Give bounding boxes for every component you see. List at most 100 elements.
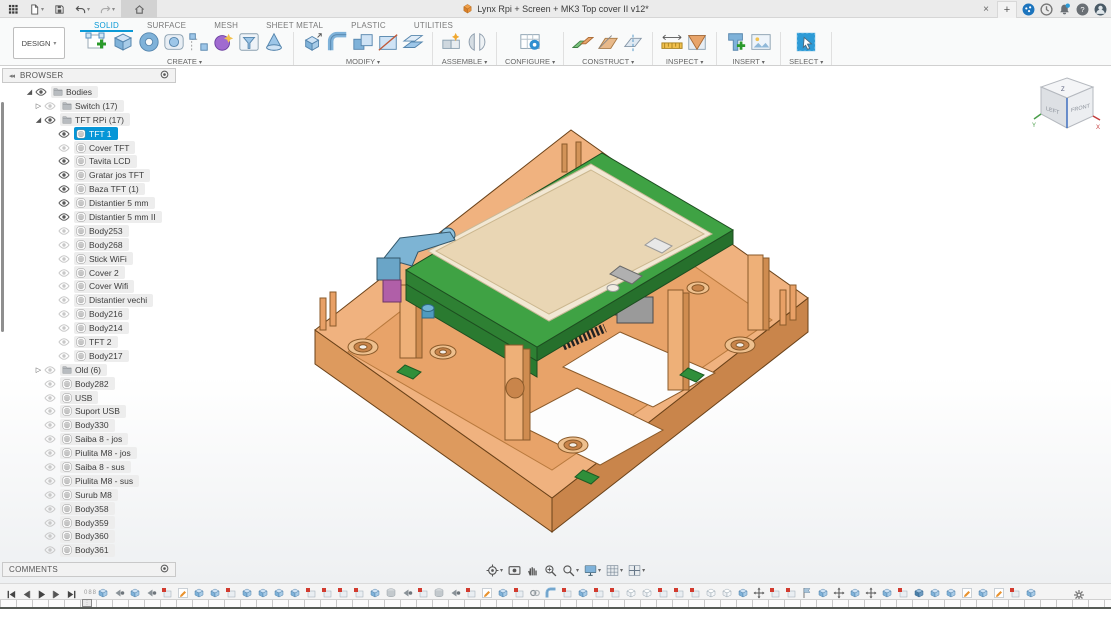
tree-item-label[interactable]: Body216 — [74, 307, 129, 321]
tree-item-label[interactable]: Distantier 5 mm — [74, 196, 155, 210]
tree-item-label[interactable]: Surub M8 — [60, 488, 118, 502]
view-cube[interactable]: Z LEFT FRONT Y X — [1031, 72, 1103, 146]
visibility-eye-icon[interactable] — [58, 156, 72, 167]
axis-plane-button[interactable] — [622, 31, 644, 58]
tree-item-cover-tft[interactable]: Cover TFT — [58, 141, 176, 155]
tree-item-switch-17-[interactable]: ▷ Switch (17) — [33, 99, 176, 113]
close-tab-icon[interactable]: × — [980, 4, 992, 15]
visibility-eye-icon[interactable] — [44, 434, 58, 445]
press-pull-button[interactable] — [302, 31, 324, 58]
tree-item-label[interactable]: Suport USB — [60, 405, 126, 418]
split-button[interactable] — [377, 31, 399, 58]
visibility-eye-icon[interactable] — [58, 323, 72, 334]
visibility-eye-icon[interactable] — [44, 378, 58, 389]
group-label-construct[interactable]: CONSTRUCT ▾ — [582, 57, 634, 66]
tree-item-piulita-m8-jos[interactable]: Piulita M8 - jos — [44, 446, 176, 460]
tree-item-body358[interactable]: Body358 — [44, 502, 176, 516]
tree-item-label[interactable]: Body361 — [60, 544, 115, 557]
tree-item-body359[interactable]: Body359 — [44, 516, 176, 530]
sweep-button[interactable] — [163, 31, 185, 58]
file-button[interactable]: ▾ — [25, 0, 48, 18]
tree-item-stick-wifi[interactable]: Stick WiFi — [58, 252, 176, 266]
comments-header[interactable]: COMMENTS — [2, 562, 176, 577]
tree-item-label[interactable]: Body358 — [60, 502, 115, 515]
form-button[interactable] — [213, 31, 235, 58]
tree-item-label[interactable]: Cover 2 — [74, 266, 125, 279]
extrude-button[interactable] — [111, 30, 135, 59]
tree-item-label[interactable]: TFT 2 — [74, 335, 118, 349]
offset-plane-button[interactable] — [402, 31, 424, 58]
visibility-eye-icon[interactable] — [44, 545, 58, 556]
visibility-eye-icon[interactable] — [44, 531, 58, 542]
tree-item-old-6-[interactable]: ▷ Old (6) — [33, 363, 176, 377]
tree-item-label[interactable]: Saiba 8 - sus — [60, 460, 131, 474]
tree-item-label[interactable]: Body359 — [60, 516, 115, 529]
group-label-modify[interactable]: MODIFY ▾ — [346, 57, 380, 66]
tree-item-label[interactable]: Tavita LCD — [74, 155, 137, 168]
revolve-button[interactable] — [138, 31, 160, 58]
configuration-button[interactable] — [519, 31, 541, 58]
tree-item-label[interactable]: Gratar jos TFT — [74, 169, 151, 182]
visibility-eye-icon[interactable] — [44, 392, 58, 403]
collapse-panel-icon[interactable]: ◂◂ — [9, 72, 15, 80]
tree-item-label[interactable]: Distantier 5 mm II — [74, 210, 162, 224]
viewports-button[interactable]: ▾ — [628, 564, 645, 577]
browser-options-icon[interactable] — [160, 70, 169, 81]
tree-item-body361[interactable]: Body361 — [44, 543, 176, 557]
combine-button[interactable] — [352, 31, 374, 58]
visibility-eye-icon[interactable] — [35, 86, 49, 97]
tree-item-label[interactable]: Body214 — [74, 321, 129, 335]
new-component-button[interactable] — [441, 31, 463, 58]
app-grid-button[interactable] — [4, 0, 23, 18]
browser-scrollbar[interactable] — [1, 102, 4, 332]
visibility-eye-icon[interactable] — [58, 295, 72, 306]
measure-button[interactable] — [661, 31, 683, 58]
visibility-eye-icon[interactable] — [58, 198, 72, 209]
help-button[interactable]: ? — [1076, 3, 1089, 16]
look-at-button[interactable] — [508, 564, 521, 577]
visibility-eye-icon[interactable] — [44, 420, 58, 431]
visibility-eye-icon[interactable] — [58, 350, 72, 361]
group-label-insert[interactable]: INSERT ▾ — [732, 57, 764, 66]
visibility-eye-icon[interactable] — [44, 406, 58, 417]
fit-button[interactable]: ▾ — [562, 564, 579, 577]
tree-item-bodies[interactable]: ◢ Bodies — [24, 85, 176, 99]
tree-item-label[interactable]: Cover Wifi — [74, 280, 135, 293]
visibility-eye-icon[interactable] — [58, 211, 72, 222]
visibility-eye-icon[interactable] — [44, 475, 58, 486]
plane-pair-button[interactable] — [571, 31, 595, 58]
visibility-eye-icon[interactable] — [44, 448, 58, 459]
tree-item-label[interactable]: Body268 — [74, 238, 129, 251]
orbit-button[interactable]: ▾ — [486, 564, 503, 577]
tree-item-distantier-5-mm[interactable]: Distantier 5 mm — [58, 196, 176, 210]
tree-item-cover-wifi[interactable]: Cover Wifi — [58, 279, 176, 293]
tree-item-label[interactable]: TFT 1 — [74, 127, 118, 140]
visibility-eye-icon[interactable] — [58, 170, 72, 181]
tree-item-saiba-8-sus[interactable]: Saiba 8 - sus — [44, 460, 176, 474]
thicken-button[interactable] — [238, 31, 260, 58]
extensions-button[interactable] — [1022, 3, 1035, 16]
tree-item-tavita-lcd[interactable]: Tavita LCD — [58, 154, 176, 168]
tree-item-label[interactable]: Bodies — [51, 85, 98, 99]
tree-item-gratar-jos-tft[interactable]: Gratar jos TFT — [58, 168, 176, 182]
notifications-button[interactable] — [1058, 3, 1071, 16]
joint-button[interactable] — [466, 31, 488, 58]
tree-item-body282[interactable]: Body282 — [44, 377, 176, 391]
visibility-eye-icon[interactable] — [44, 114, 58, 125]
tree-item-label[interactable]: Cover TFT — [74, 141, 136, 154]
tree-item-body253[interactable]: Body253 — [58, 224, 176, 238]
design-workspace-button[interactable]: DESIGN ▾ — [13, 27, 65, 59]
tree-item-suport-usb[interactable]: Suport USB — [44, 404, 176, 418]
new-tab-button[interactable]: + — [997, 0, 1017, 18]
tree-item-label[interactable]: Piulita M8 - jos — [60, 446, 137, 460]
tree-item-piulita-m8-sus[interactable]: Piulita M8 - sus — [44, 474, 176, 488]
tree-item-label[interactable]: Switch (17) — [60, 99, 124, 113]
tree-item-label[interactable]: Baza TFT (1) — [74, 182, 145, 196]
job-status-button[interactable] — [1040, 2, 1053, 16]
group-label-select[interactable]: SELECT ▾ — [789, 57, 823, 66]
tree-item-label[interactable]: USB — [60, 391, 99, 404]
tree-item-body216[interactable]: Body216 — [58, 307, 176, 321]
visibility-eye-icon[interactable] — [58, 184, 72, 195]
tree-item-tft-rpi-17-[interactable]: ◢ TFT RPi (17) — [33, 113, 176, 127]
plane-angle-button[interactable] — [597, 31, 619, 58]
